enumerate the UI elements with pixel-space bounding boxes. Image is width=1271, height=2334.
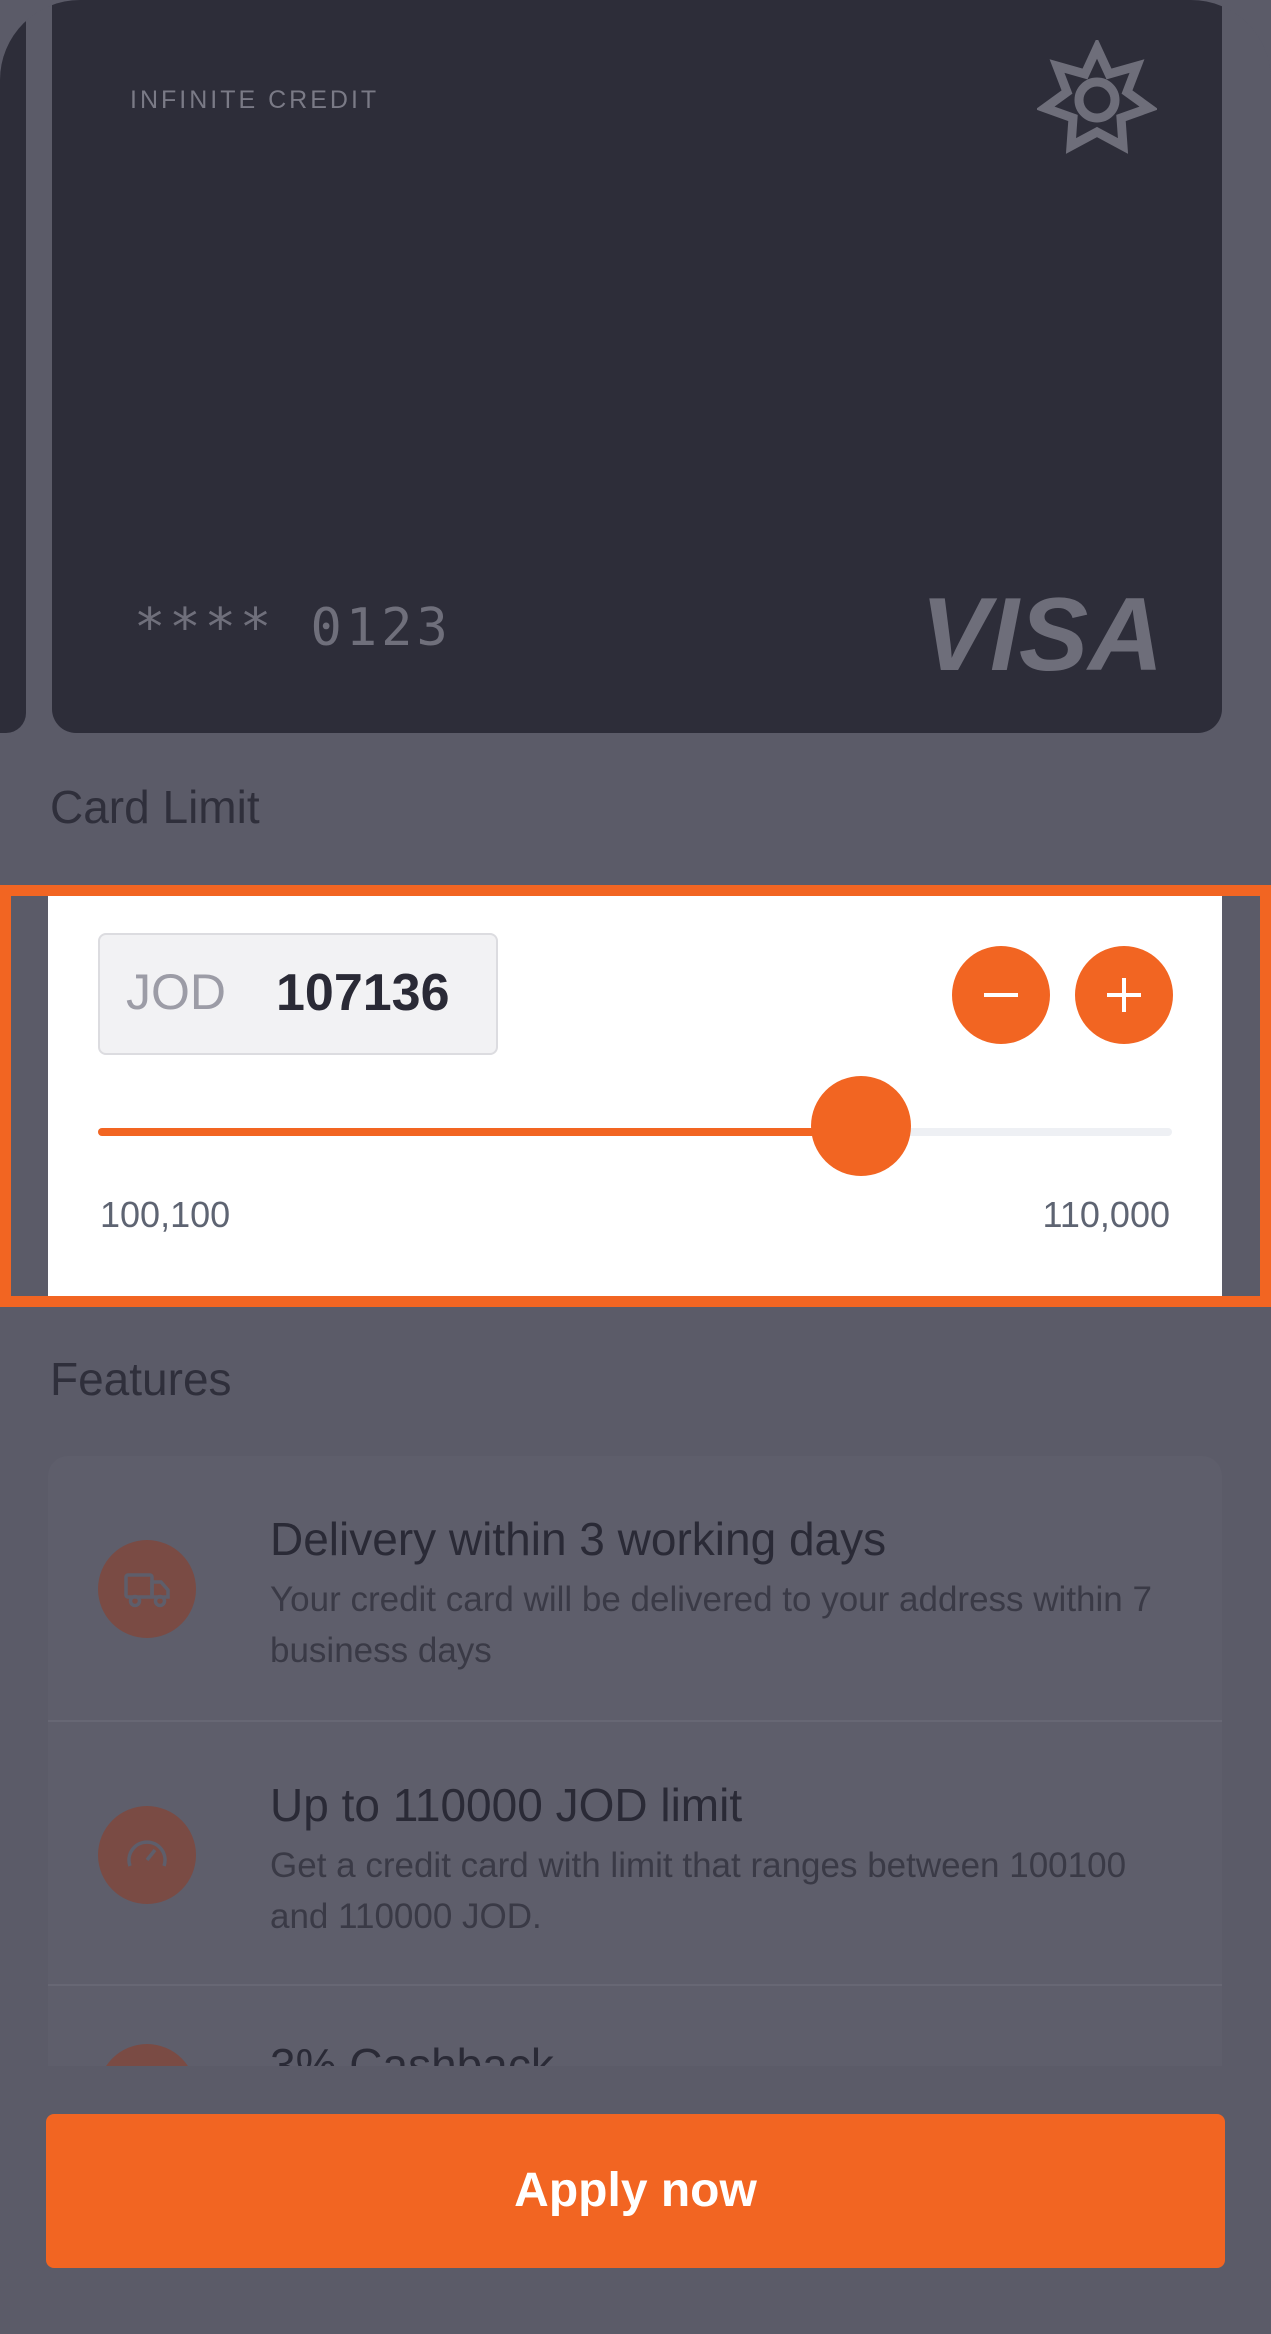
apply-now-button[interactable]: Apply now (46, 2114, 1225, 2268)
speedometer-icon (98, 1806, 196, 1904)
card-limit-title: Card Limit (50, 781, 260, 833)
decrease-button[interactable] (952, 946, 1050, 1044)
card-last4: 0123 (310, 598, 452, 658)
card-number: **** 0123 (134, 598, 452, 658)
limit-slider-fill (98, 1128, 862, 1136)
visa-logo-text: VISA (921, 578, 1164, 688)
amount-value: 107136 (276, 964, 450, 1022)
flower-logo-icon (1037, 40, 1157, 154)
increase-button[interactable] (1075, 946, 1173, 1044)
plus-icon (1107, 978, 1141, 1012)
previous-card-peek[interactable] (0, 0, 26, 733)
feature-title: Up to 110000 JOD limit (270, 1779, 743, 1831)
card-number-mask: **** (134, 598, 276, 658)
card-type-label: INFINITE CREDIT (130, 86, 380, 114)
amount-input[interactable]: JOD 107136 (98, 933, 498, 1055)
limit-slider-handle[interactable] (811, 1076, 912, 1176)
feature-title: Delivery within 3 working days (270, 1513, 887, 1565)
feature-description: Get a credit card with limit that ranges… (270, 1846, 1127, 1936)
features-title: Features (50, 1353, 232, 1405)
limit-max-label: 110,000 (1042, 1194, 1170, 1235)
limit-slider-track[interactable] (98, 1128, 1172, 1136)
features-list: Delivery within 3 working days Your cred… (48, 1456, 1222, 2142)
minus-icon (984, 993, 1018, 997)
feature-description: Your credit card will be delivered to yo… (270, 1580, 1152, 1670)
feature-item-delivery: Delivery within 3 working days Your cred… (48, 1456, 1222, 1720)
feature-item-limit: Up to 110000 JOD limit Get a credit card… (48, 1720, 1222, 1986)
limit-min-label: 100,100 (100, 1194, 231, 1235)
screen: INFINITE CREDIT **** 0123 VISA Card Limi… (0, 0, 1271, 2334)
credit-card[interactable]: INFINITE CREDIT **** 0123 VISA (52, 0, 1222, 733)
currency-label: JOD (126, 964, 226, 1020)
visa-logo: VISA (921, 578, 1164, 688)
card-limit-panel: JOD 107136 100,100 110,000 (48, 896, 1222, 1296)
truck-icon (98, 1540, 196, 1638)
